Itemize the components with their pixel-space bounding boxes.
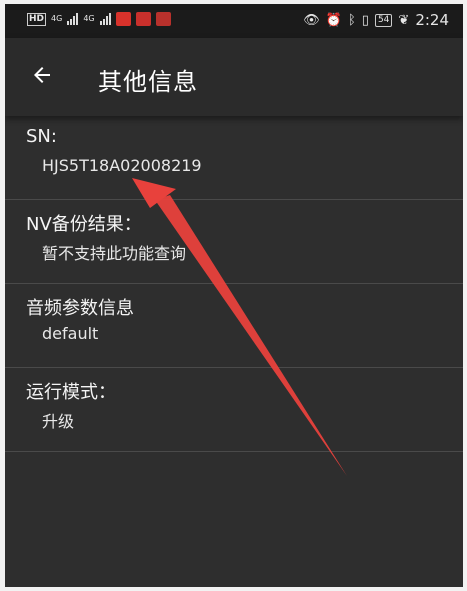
- item-label: 音频参数信息: [26, 298, 134, 319]
- info-list: SN: HJS5T18A02008219 NV备份结果： 暂不支持此功能查询 音…: [5, 116, 463, 452]
- bluetooth-icon: ᛒ: [347, 12, 356, 28]
- network-type-1: 4G: [51, 14, 63, 23]
- battery-icon: 54: [374, 13, 393, 27]
- item-value: 暂不支持此功能查询: [42, 244, 187, 263]
- list-item-sn: SN: HJS5T18A02008219: [5, 116, 463, 200]
- list-item-audio-params: 音频参数信息 default: [5, 284, 463, 368]
- network-type-2: 4G: [83, 14, 95, 23]
- list-item-run-mode: 运行模式： 升级: [5, 368, 463, 452]
- arrow-left-icon: [34, 67, 50, 83]
- signal-icon-2: [99, 13, 111, 25]
- eye-icon: 👁: [303, 12, 320, 28]
- item-label: 运行模式：: [26, 382, 116, 403]
- item-label: SN:: [26, 126, 57, 147]
- item-value: 升级: [42, 412, 75, 431]
- signal-icon: [67, 13, 79, 25]
- chart-app-icon: [155, 12, 171, 26]
- back-button[interactable]: [25, 58, 59, 92]
- clock-time: 2:24: [415, 11, 449, 29]
- item-value: HJS5T18A02008219: [42, 156, 202, 175]
- status-left: HD 4G 4G: [27, 12, 171, 26]
- toolbar: 其他信息: [5, 38, 463, 116]
- hd-icon: HD: [27, 12, 47, 26]
- stock-app-icon: [115, 12, 131, 26]
- list-item-nv-backup: NV备份结果： 暂不支持此功能查询: [5, 200, 463, 284]
- phone-screen: HD 4G 4G 👁 ⏰ ᛒ ▯ 54 ❦ 2:24 其他信息 SN: HJS5…: [5, 4, 463, 587]
- item-value: default: [42, 324, 99, 343]
- status-right: 👁 ⏰ ᛒ ▯ 54 ❦ 2:24: [303, 11, 449, 29]
- vibrate-icon: ▯: [361, 12, 369, 28]
- page-title: 其他信息: [98, 68, 198, 96]
- status-bar: HD 4G 4G 👁 ⏰ ᛒ ▯ 54 ❦ 2:24: [5, 4, 463, 38]
- leaf-icon: ❦: [398, 12, 410, 28]
- alarm-icon: ⏰: [325, 12, 342, 28]
- bank-app-icon: [135, 12, 151, 26]
- item-label: NV备份结果：: [26, 214, 142, 235]
